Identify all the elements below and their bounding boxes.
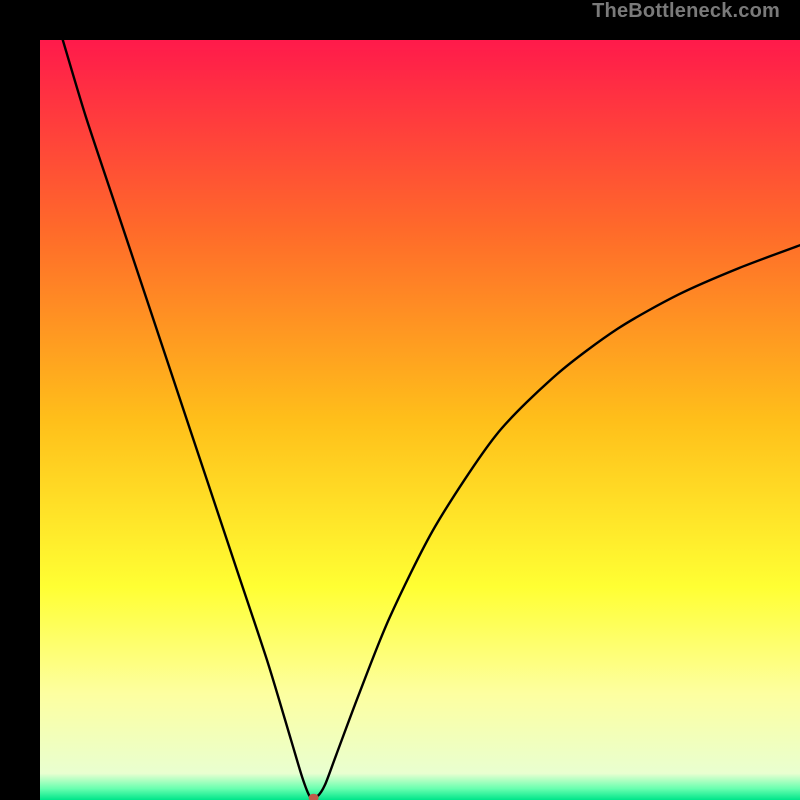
watermark-text: TheBottleneck.com [592,0,780,23]
chart-background [40,40,800,800]
chart-frame [20,20,780,780]
chart-svg [40,40,800,800]
